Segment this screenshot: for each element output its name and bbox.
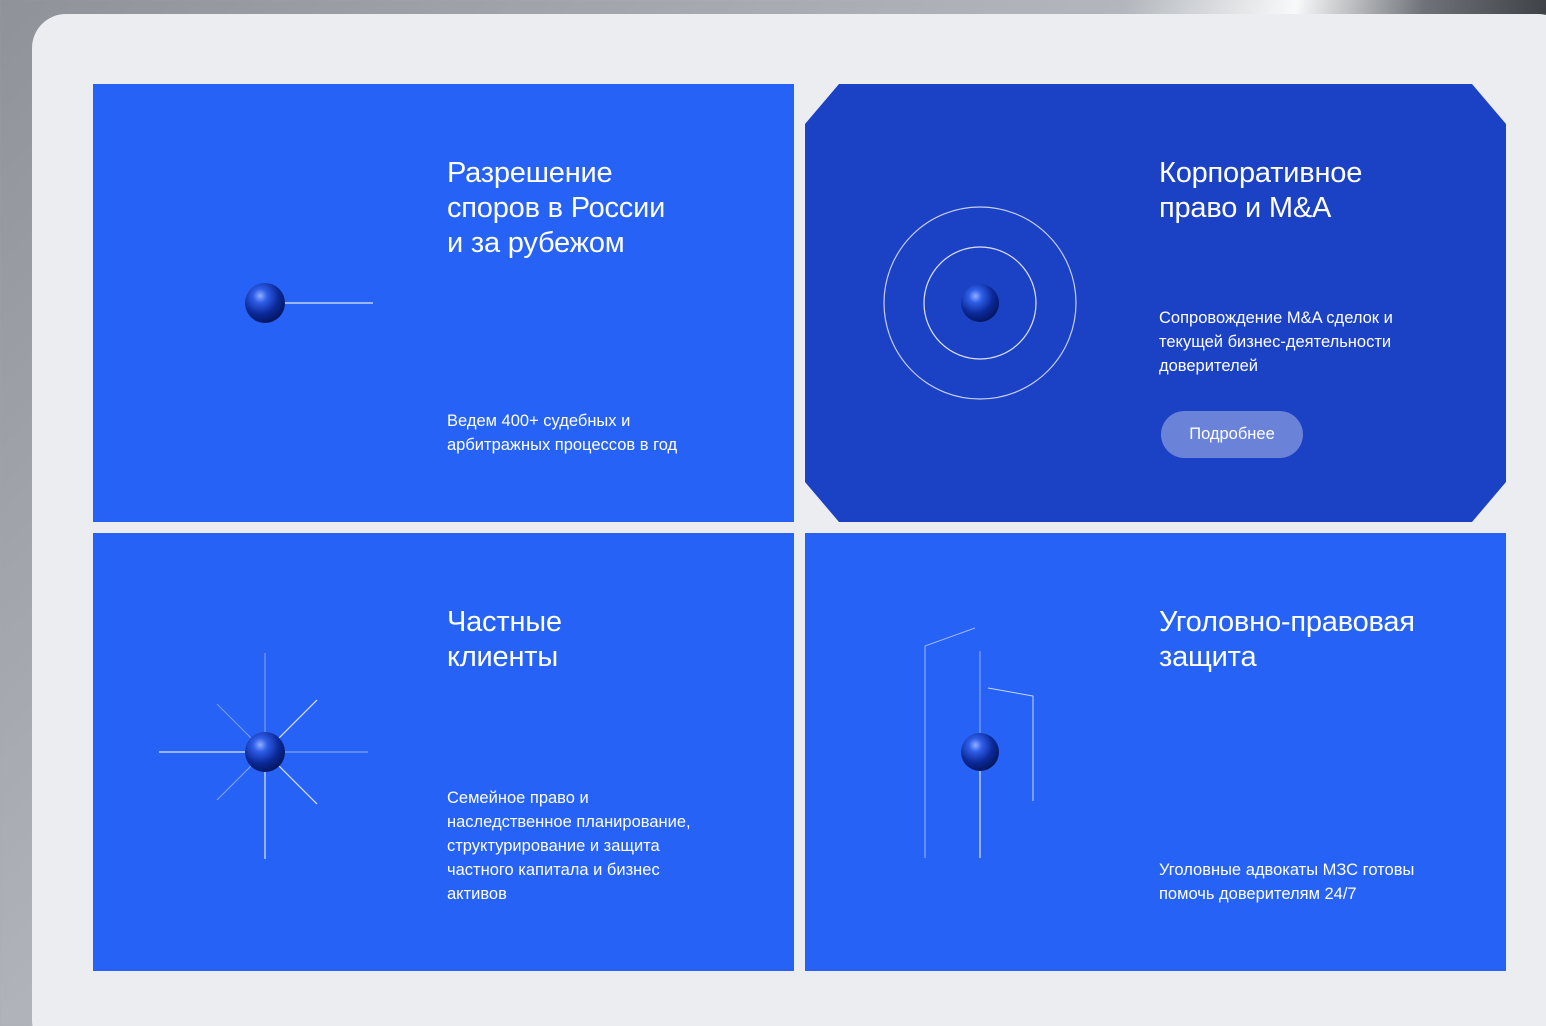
service-card-corporate-law[interactable]: Корпоративное право и M&A Сопровождение …: [805, 84, 1506, 522]
card-description: Семейное право и наследственное планиров…: [447, 789, 691, 903]
sphere-with-horizontal-line-icon: [161, 283, 373, 323]
service-card-criminal-defense[interactable]: Уголовно-правовая защита Уголовные адвок…: [805, 533, 1506, 971]
more-details-button[interactable]: Подробнее: [1161, 411, 1303, 458]
card-title: Корпоративное право и M&A: [1159, 157, 1363, 224]
card-title: Частные клиенты: [447, 606, 562, 673]
card-title: Уголовно-правовая защита: [1159, 606, 1415, 673]
sphere-with-rings-icon: [805, 84, 1159, 522]
service-card-dispute-resolution[interactable]: Разрешение споров в России и за рубежом …: [93, 84, 794, 522]
card-description: Уголовные адвокаты МЗС готовы помочь дов…: [1159, 861, 1415, 903]
card-description: Сопровождение M&A сделок и текущей бизне…: [1159, 309, 1393, 375]
sphere-with-door-lines-icon: [924, 627, 1034, 858]
card-description: Ведем 400+ судебных и арбитражных процес…: [447, 412, 678, 454]
card-title: Разрешение споров в России и за рубежом: [447, 157, 666, 259]
service-card-private-clients[interactable]: Частные клиенты Семейное право и наследс…: [93, 533, 794, 971]
sphere-with-rays-icon: [159, 653, 368, 859]
